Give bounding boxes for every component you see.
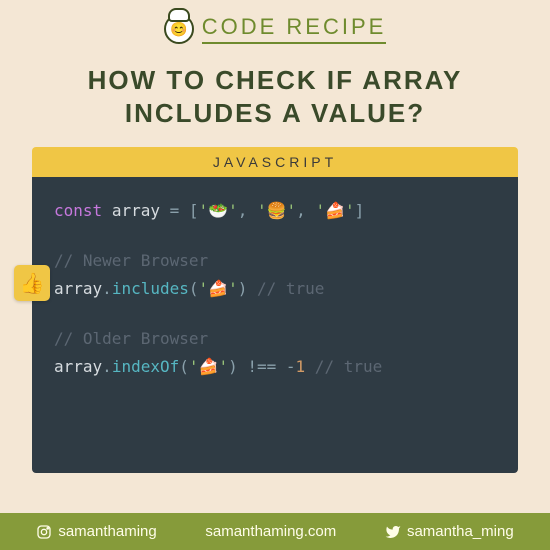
code-language-badge: JAVASCRIPT [32, 147, 518, 177]
comment-newer: // Newer Browser [54, 247, 496, 275]
instagram-link[interactable]: samanthaming [36, 523, 156, 540]
brand-title: CODE RECIPE [202, 14, 387, 44]
brand-header: 😊 CODE RECIPE [0, 0, 550, 50]
website-link[interactable]: samanthaming.com [205, 523, 336, 540]
chef-logo-icon: 😊 [164, 14, 194, 44]
website-text: samanthaming.com [205, 523, 336, 540]
code-older-browser: // Older Browser array.indexOf('🍰') !== … [54, 325, 496, 381]
footer: samanthaming samanthaming.com samantha_m… [0, 513, 550, 550]
instagram-handle: samanthaming [58, 523, 156, 540]
code-newer-browser: // Newer Browser array.includes('🍰') // … [54, 247, 496, 303]
twitter-icon [385, 524, 401, 540]
code-card: JAVASCRIPT 👍 const array = ['🥗', '🍔', '🍰… [32, 147, 518, 473]
comment-older: // Older Browser [54, 325, 496, 353]
code-body: const array = ['🥗', '🍔', '🍰'] // Newer B… [32, 177, 518, 473]
thumbs-up-icon: 👍 [14, 265, 50, 301]
twitter-link[interactable]: samantha_ming [385, 523, 514, 540]
twitter-handle: samantha_ming [407, 523, 514, 540]
instagram-icon [36, 524, 52, 540]
code-declaration: const array = ['🥗', '🍔', '🍰'] [54, 197, 496, 225]
page-title: HOW TO CHECK IF ARRAY INCLUDES A VALUE? [30, 64, 520, 129]
